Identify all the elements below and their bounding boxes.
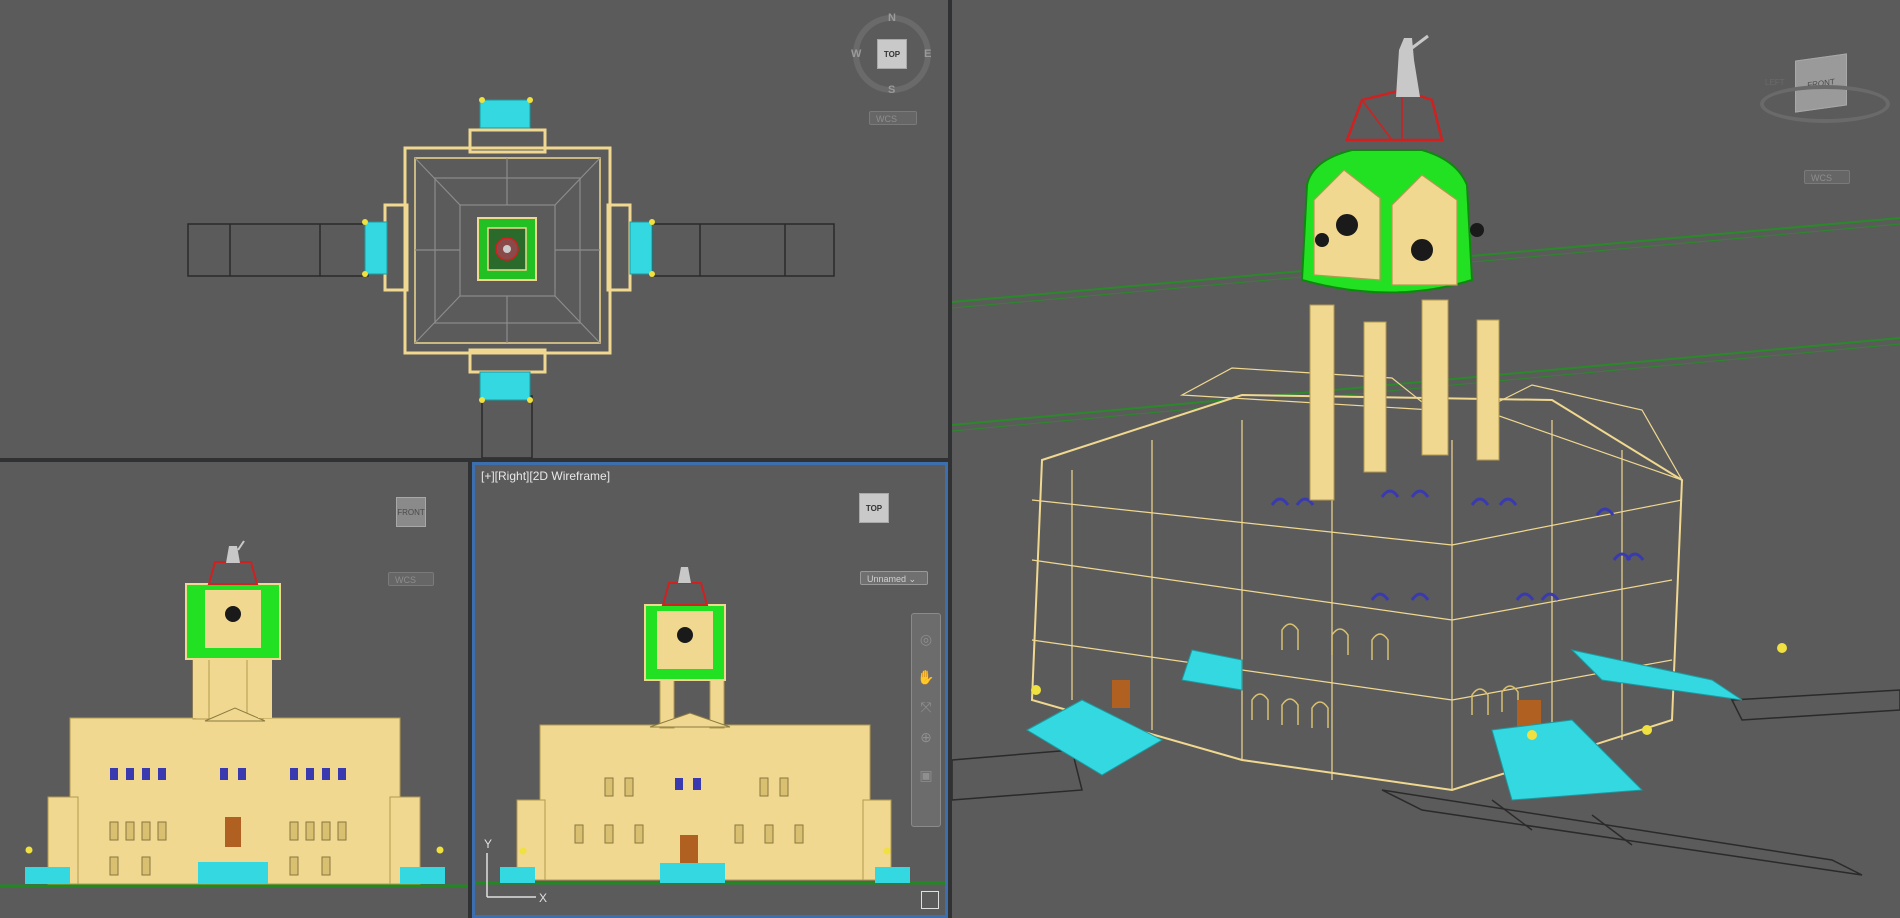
- wcs-menu-button[interactable]: WCS: [869, 111, 917, 125]
- view-cube-face: TOP: [883, 49, 901, 59]
- view-cube-face: TOP: [865, 503, 883, 513]
- orbit-icon[interactable]: ⊕: [917, 728, 935, 746]
- steering-wheel-icon[interactable]: ◎: [917, 630, 935, 648]
- pan-hand-icon[interactable]: ✋: [917, 668, 935, 686]
- wcs-menu-button[interactable]: WCS: [1804, 170, 1850, 184]
- viewport-top[interactable]: TOP N S E W WCS: [0, 0, 948, 458]
- view-cube[interactable]: TOP: [859, 493, 889, 523]
- view-cube[interactable]: TOP: [877, 39, 907, 69]
- view-cube-face: FRONT: [397, 507, 425, 517]
- viewport-front[interactable]: FRONT WCS: [0, 462, 468, 918]
- compass-west[interactable]: W: [851, 48, 861, 60]
- ucs-menu-button[interactable]: Unnamed ⌄: [860, 571, 928, 585]
- compass-south[interactable]: S: [888, 84, 895, 96]
- viewport-perspective[interactable]: FRONT LEFT WCS: [952, 0, 1900, 918]
- navigation-bar[interactable]: ◎ ✋ ⤧ ⊕ ▣: [911, 613, 941, 827]
- view-cube[interactable]: FRONT: [396, 497, 426, 527]
- front-elevation-drawing: [0, 540, 468, 888]
- viewport-right[interactable]: [+][Right][2D Wireframe] TOP Unnamed ⌄ ◎: [472, 462, 948, 918]
- ucs-y-label: Y: [484, 837, 493, 851]
- showmotion-icon[interactable]: ▣: [917, 766, 935, 784]
- ucs-x-label: X: [539, 891, 548, 905]
- ucs-menu-label: Unnamed: [867, 574, 907, 584]
- perspective-3d-drawing: [952, 34, 1900, 876]
- wcs-menu-button[interactable]: WCS: [388, 572, 434, 586]
- view-cube-ring[interactable]: [1760, 85, 1890, 123]
- compass-east[interactable]: E: [924, 48, 931, 60]
- compass-north[interactable]: N: [888, 12, 896, 24]
- view-cube-left-face[interactable]: LEFT: [1765, 78, 1785, 87]
- zoom-extents-icon[interactable]: ⤧: [917, 698, 935, 716]
- viewport-corner-box[interactable]: [921, 891, 939, 909]
- top-plan-drawing: [187, 97, 835, 458]
